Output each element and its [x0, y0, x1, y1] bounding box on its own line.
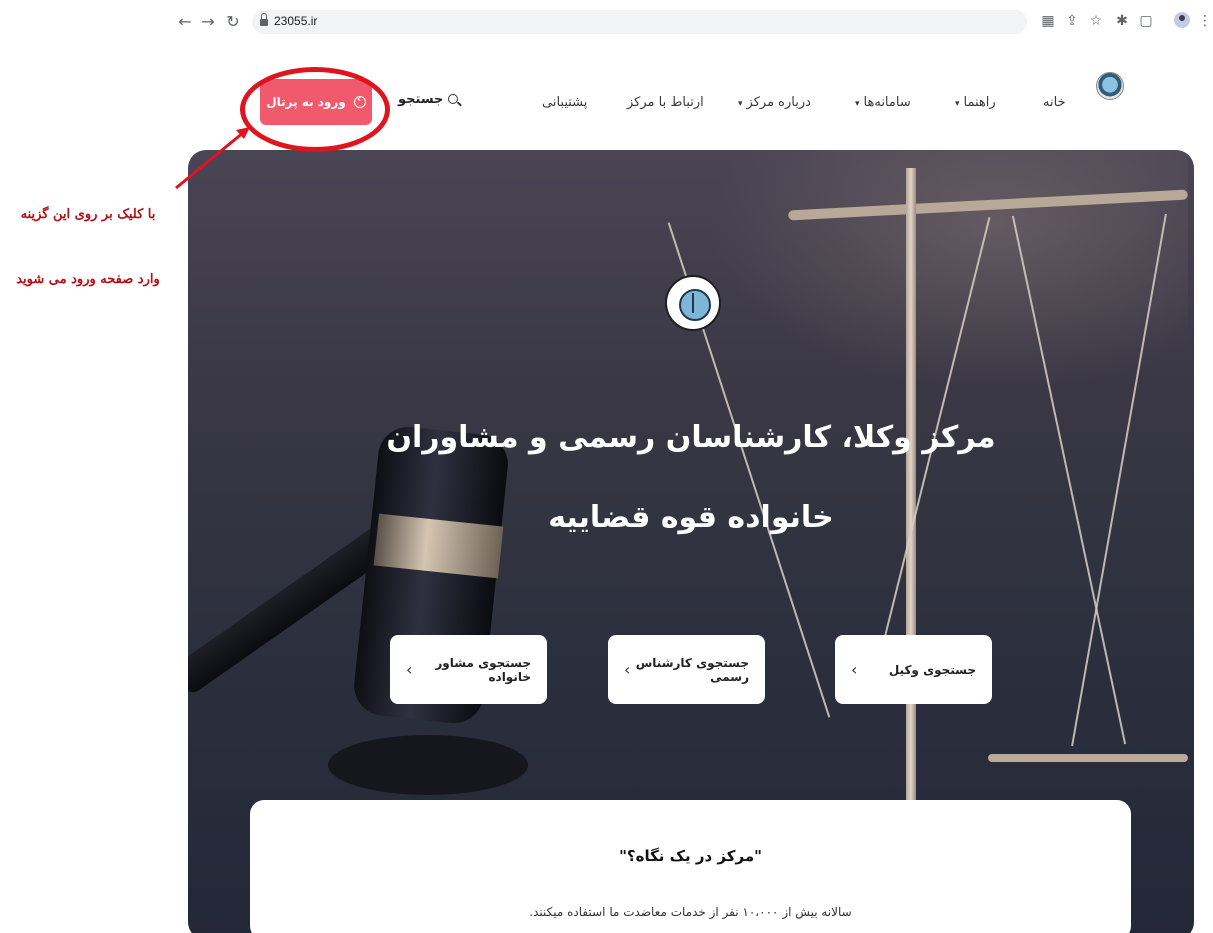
profile-icon[interactable]: [1174, 12, 1190, 28]
nav-contact[interactable]: ارتباط با مرکز: [627, 95, 704, 110]
nav-about[interactable]: درباره مرکز▾: [738, 95, 811, 110]
annotation-text-line2: وارد صفحه ورود می شوید: [16, 272, 160, 287]
reload-icon[interactable]: ↻: [224, 12, 242, 32]
search-lawyer-card[interactable]: جستجوی وکیل ›: [835, 635, 992, 704]
search-family-counselor-card[interactable]: جستجوی مشاور خانواده ›: [390, 635, 547, 704]
chevron-left-icon: ›: [851, 660, 858, 679]
hero-title-line2: خانواده قوه قضاییه: [548, 500, 834, 535]
browser-toolbar: ← → ↻ 23055.ir ▦ ⇪ ☆ ✱ ▢ ⋮: [0, 0, 1213, 44]
annotation-text-line1: با کلیک بر روی این گزینه: [20, 207, 156, 222]
translate-icon[interactable]: ▦: [1040, 12, 1056, 30]
more-menu-icon[interactable]: ⋮: [1197, 12, 1213, 30]
site-logo[interactable]: [1096, 72, 1124, 100]
forward-arrow-icon[interactable]: →: [199, 12, 217, 32]
scale-pan: [988, 754, 1188, 762]
chevron-left-icon: ›: [624, 660, 631, 679]
nav-guide[interactable]: راهنما▾: [955, 95, 996, 110]
nav-support[interactable]: پشتیبانی: [542, 95, 587, 110]
search-link[interactable]: جستجو: [398, 92, 464, 114]
gavel-block-image: [328, 735, 528, 795]
url-text: 23055.ir: [274, 14, 318, 28]
site-header: [0, 44, 1213, 150]
hero-background: [708, 150, 1188, 390]
caret-down-icon: ▾: [955, 99, 960, 109]
side-panel-icon[interactable]: ▢: [1138, 12, 1154, 30]
star-icon[interactable]: ☆: [1088, 12, 1104, 30]
address-bar[interactable]: 23055.ir: [252, 10, 1027, 34]
caret-down-icon: ▾: [855, 99, 860, 109]
info-title: "مرکز در یک نگاه؟": [619, 847, 762, 865]
caret-down-icon: ▾: [738, 99, 743, 109]
hero-title-line1: مرکز وکلا، کارشناسان رسمی و مشاوران: [386, 420, 996, 455]
puzzle-icon[interactable]: ✱: [1114, 12, 1130, 30]
nav-home[interactable]: خانه: [1043, 95, 1066, 110]
judiciary-emblem: [665, 275, 721, 331]
back-arrow-icon[interactable]: ←: [176, 12, 194, 32]
nav-systems[interactable]: سامانه‌ها▾: [855, 95, 911, 110]
lock-icon: [260, 13, 268, 27]
search-expert-card[interactable]: جستجوی کارشناس رسمی ›: [608, 635, 765, 704]
info-text: سالانه بیش از ۱۰،۰۰۰ نفر از خدمات معاضدت…: [529, 905, 852, 919]
annotation-ellipse: [240, 67, 390, 152]
search-icon: [447, 94, 458, 104]
share-icon[interactable]: ⇪: [1064, 12, 1080, 30]
page: ← → ↻ 23055.ir ▦ ⇪ ☆ ✱ ▢ ⋮ خانه راهنما▾ …: [0, 0, 1213, 933]
chevron-left-icon: ›: [406, 660, 413, 679]
